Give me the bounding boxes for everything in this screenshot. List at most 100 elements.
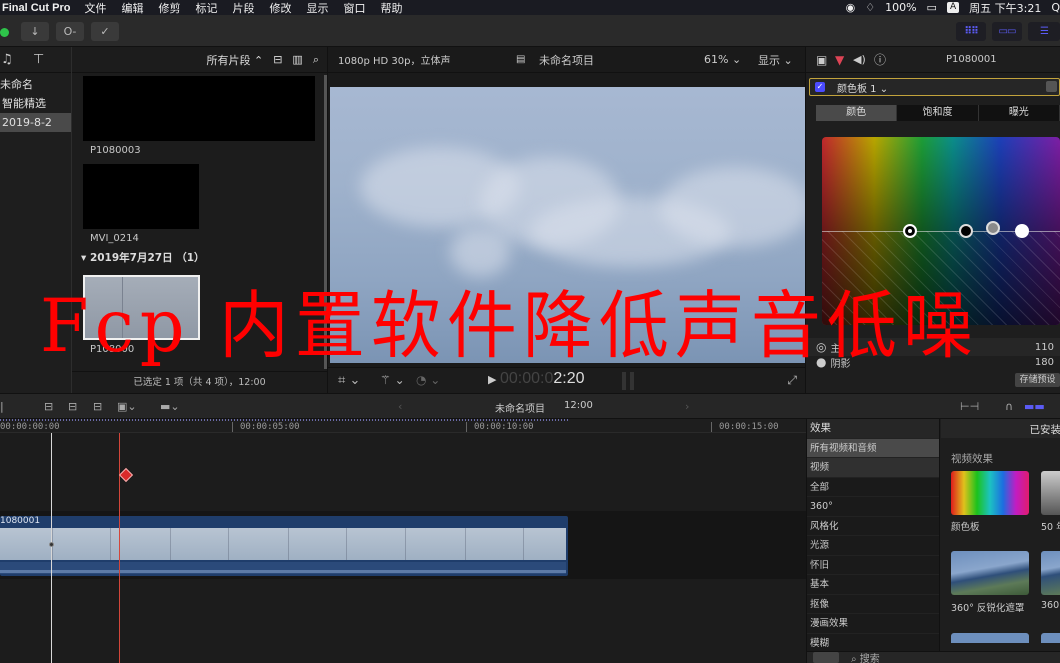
skimming-icon[interactable]: ⊢⊣: [960, 400, 979, 413]
effects-category[interactable]: 怀旧: [807, 556, 939, 575]
browser-layout-button[interactable]: ⠿⠿: [956, 22, 986, 41]
mask-icon[interactable]: [1046, 81, 1057, 92]
effects-category[interactable]: 光源: [807, 536, 939, 556]
timeline-layout-button[interactable]: ▭▭: [992, 22, 1022, 41]
marker-icon[interactable]: [118, 467, 134, 483]
effect-thumbnail[interactable]: [1041, 471, 1060, 515]
effect-enable-checkbox[interactable]: ✓: [815, 82, 825, 92]
fullscreen-icon[interactable]: ⤢: [787, 373, 797, 388]
menu-window[interactable]: 窗口: [343, 0, 365, 16]
info-icon[interactable]: ⓘ: [874, 51, 886, 68]
timeline[interactable]: 1080001: [0, 433, 806, 663]
effects-category[interactable]: 漫画效果: [807, 614, 939, 634]
menu-modify[interactable]: 修改: [269, 0, 291, 16]
clip-filmstrip: [0, 528, 566, 560]
speed-icon[interactable]: ◔ ⌄: [416, 373, 440, 387]
enhance-icon[interactable]: ⚚ ⌄: [380, 373, 405, 387]
library-item-event[interactable]: 2019-8-2: [0, 113, 71, 132]
connect-clip-icon[interactable]: ⊟: [44, 400, 53, 413]
library-item-smart-collections[interactable]: 智能精选: [0, 94, 71, 113]
overwrite-clip-icon[interactable]: ▣⌄: [117, 400, 137, 413]
shadows-puck[interactable]: [959, 224, 973, 238]
timeline-clip[interactable]: 1080001: [0, 516, 568, 576]
titles-icon[interactable]: ⊤: [33, 52, 44, 67]
effects-content-header: 已安装: [941, 419, 1060, 438]
date-group-header[interactable]: ▾ 2019年7月27日 （1）: [81, 250, 205, 265]
save-preset-button[interactable]: 存储预设: [1015, 373, 1060, 387]
append-clip-icon[interactable]: ⊟: [93, 400, 102, 413]
master-value[interactable]: 110: [1035, 342, 1054, 353]
tool-select-icon[interactable]: ▬⌄: [160, 400, 180, 413]
spotlight-icon[interactable]: Q: [1051, 1, 1060, 14]
effects-category[interactable]: 全部: [807, 478, 939, 497]
skimmer[interactable]: [51, 433, 52, 663]
headphones-icon[interactable]: ∩: [1005, 400, 1013, 413]
effects-category[interactable]: 抠像: [807, 595, 939, 614]
highlights-puck[interactable]: [1015, 224, 1029, 238]
timecode-display[interactable]: 00:00:02:20: [500, 370, 585, 388]
forward-icon[interactable]: ›: [685, 400, 689, 413]
import-button[interactable]: ↓: [21, 22, 49, 41]
screen-record-icon[interactable]: ◉: [846, 1, 856, 14]
app-menu[interactable]: Final Cut Pro: [0, 2, 70, 14]
menu-file[interactable]: 文件: [84, 0, 106, 16]
clock[interactable]: 周五 下午3:21: [969, 0, 1041, 16]
effects-category[interactable]: 所有视频和音频: [807, 438, 939, 458]
clip-appearance-icon[interactable]: ⊟: [273, 53, 282, 66]
effect-thumbnail[interactable]: [951, 471, 1029, 515]
insert-clip-icon[interactable]: ⊟: [68, 400, 77, 413]
effect-thumbnail[interactable]: [951, 633, 1029, 643]
index-toggle-icon[interactable]: |: [0, 400, 4, 413]
clip-thumbnail[interactable]: [83, 164, 199, 229]
filmstrip-view-icon[interactable]: ▥: [292, 53, 302, 66]
search-icon[interactable]: ⌕: [313, 53, 319, 67]
zoom-dropdown[interactable]: 61% ⌄: [704, 53, 741, 66]
window-zoom-button[interactable]: [0, 28, 9, 37]
snapping-icon[interactable]: ▬▬: [1024, 400, 1045, 413]
playhead[interactable]: [119, 433, 120, 663]
battery-icon[interactable]: ▭: [927, 1, 937, 14]
audio-inspector-icon[interactable]: ◀): [853, 53, 866, 66]
clip-thumbnail[interactable]: [83, 76, 315, 141]
sidebar-toggle-icon[interactable]: [813, 652, 839, 663]
clip-filter-dropdown[interactable]: 所有片段 ⌃: [206, 52, 263, 68]
wifi-icon[interactable]: ♢: [865, 1, 875, 14]
crop-icon[interactable]: ⌗ ⌄: [338, 373, 360, 388]
tab-saturation[interactable]: 饱和度: [897, 105, 979, 121]
installed-effects-label[interactable]: 已安装: [1030, 422, 1060, 437]
effect-row[interactable]: ✓ 颜色板 1 ⌄: [809, 78, 1060, 96]
keywords-button[interactable]: O‑: [56, 22, 84, 41]
library-item[interactable]: 未命名: [0, 75, 71, 94]
menu-clip[interactable]: 片段: [232, 0, 254, 16]
effect-name-dropdown[interactable]: 颜色板 1 ⌄: [837, 80, 888, 95]
effect-thumbnail[interactable]: [1041, 551, 1060, 595]
effects-category[interactable]: 风格化: [807, 517, 939, 536]
menu-view[interactable]: 显示: [306, 0, 328, 16]
effect-thumbnail[interactable]: [951, 551, 1029, 595]
play-icon[interactable]: ▶: [488, 373, 496, 386]
midtones-puck[interactable]: [986, 221, 1000, 235]
tab-color[interactable]: 颜色: [816, 105, 898, 121]
menu-help[interactable]: 帮助: [380, 0, 402, 16]
timeline-ruler[interactable]: 00:00:00:00 00:00:05:00 00:00:10:00 00:0…: [0, 419, 806, 433]
video-inspector-icon[interactable]: ▣: [816, 53, 827, 67]
back-icon[interactable]: ‹: [398, 400, 402, 413]
input-method[interactable]: A: [946, 2, 960, 13]
effects-category[interactable]: 基本: [807, 575, 939, 595]
tab-exposure[interactable]: 曝光: [979, 105, 1060, 121]
color-inspector-icon[interactable]: ▼: [835, 53, 844, 67]
menu-edit[interactable]: 编辑: [121, 0, 143, 16]
libraries-icon[interactable]: ♫: [1, 52, 13, 67]
effect-thumbnail[interactable]: [1041, 633, 1060, 643]
effects-category[interactable]: 360°: [807, 497, 939, 517]
grid-icon: ⠿⠿: [964, 26, 979, 37]
background-tasks-button[interactable]: ✓: [91, 22, 119, 41]
effects-search[interactable]: ⌕ 搜索: [851, 650, 880, 663]
display-dropdown[interactable]: 显示 ⌄: [758, 52, 793, 68]
menu-trim[interactable]: 修剪: [158, 0, 180, 16]
shadows-value[interactable]: 180: [1035, 357, 1054, 368]
effects-category[interactable]: 视频: [807, 458, 939, 478]
menu-mark[interactable]: 标记: [195, 0, 217, 16]
master-puck[interactable]: [903, 224, 917, 238]
inspector-layout-button[interactable]: ☰: [1028, 22, 1060, 41]
